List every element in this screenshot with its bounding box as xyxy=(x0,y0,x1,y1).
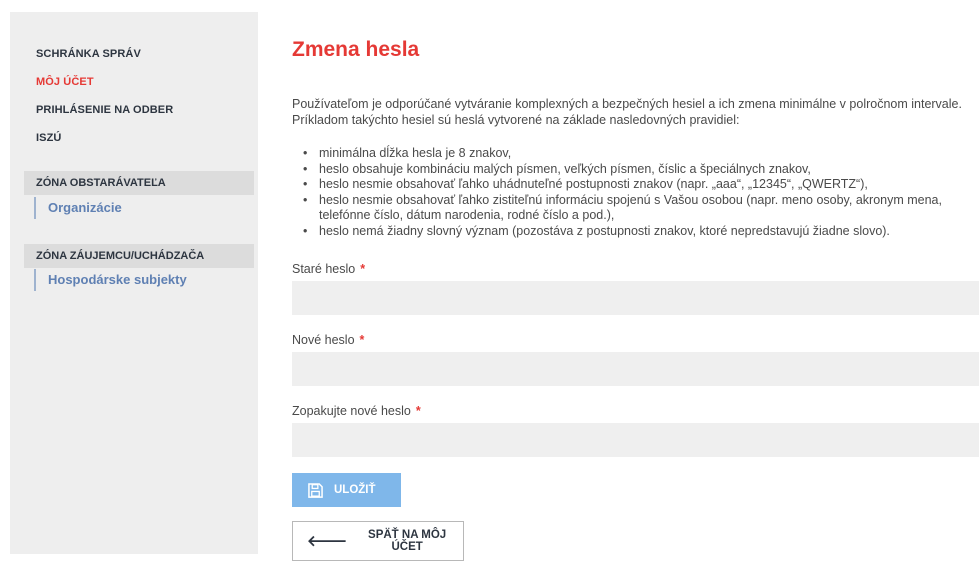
repeat-password-label: Zopakujte nové heslo * xyxy=(292,404,421,418)
password-rules-list: minimálna dĺžka hesla je 8 znakov, heslo… xyxy=(292,146,979,239)
new-password-label: Nové heslo * xyxy=(292,333,365,347)
save-button-label: ULOŽIŤ xyxy=(334,484,376,496)
back-to-account-button[interactable]: 🡐 SPÄŤ NA MÔJ ÚČET xyxy=(292,521,464,561)
arrow-left-icon: 🡐 xyxy=(307,532,348,550)
password-policy-intro: Používateľom je odporúčané vytváranie ko… xyxy=(292,97,962,127)
sidebar-link-subscription[interactable]: PRIHLÁSENIE NA ODBER xyxy=(36,104,173,116)
new-password-input[interactable] xyxy=(292,352,979,386)
list-item: heslo obsahuje kombináciu malých písmen,… xyxy=(292,162,979,178)
zone-heading-contracting-authority: ZÓNA OBSTARÁVATEĽA xyxy=(24,171,254,195)
sidebar: SCHRÁNKA SPRÁV MÔJ ÚČET PRIHLÁSENIE NA O… xyxy=(10,12,258,554)
list-item: heslo nesmie obsahovať ľahko zistiteľnú … xyxy=(292,193,979,224)
list-item: heslo nesmie obsahovať ľahko uhádnuteľné… xyxy=(292,177,979,193)
list-item: heslo nemá žiadny slovný význam (pozostá… xyxy=(292,224,979,240)
repeat-password-input[interactable] xyxy=(292,423,979,457)
main-content: Zmena hesla Používateľom je odporúčané v… xyxy=(292,0,979,561)
zone-heading-applicant: ZÓNA ZÁUJEMCU/UCHÁDZAČA xyxy=(24,244,254,268)
back-button-label: SPÄŤ NA MÔJ ÚČET xyxy=(368,529,447,553)
old-password-input[interactable] xyxy=(292,281,979,315)
sidebar-link-my-account[interactable]: MÔJ ÚČET xyxy=(36,76,94,88)
required-marker: * xyxy=(415,404,421,418)
save-button[interactable]: ULOŽIŤ xyxy=(292,473,401,507)
sidebar-item-organizations[interactable]: Organizácie xyxy=(34,197,122,219)
sidebar-link-message-box[interactable]: SCHRÁNKA SPRÁV xyxy=(36,48,141,60)
floppy-disk-icon xyxy=(308,482,323,498)
list-item: minimálna dĺžka hesla je 8 znakov, xyxy=(292,146,979,162)
sidebar-item-economic-operators[interactable]: Hospodárske subjekty xyxy=(34,269,187,291)
required-marker: * xyxy=(360,262,366,276)
required-marker: * xyxy=(359,333,365,347)
old-password-label: Staré heslo * xyxy=(292,262,366,276)
page-title: Zmena hesla xyxy=(292,38,420,61)
sidebar-link-iszu[interactable]: ISZÚ xyxy=(36,132,61,144)
